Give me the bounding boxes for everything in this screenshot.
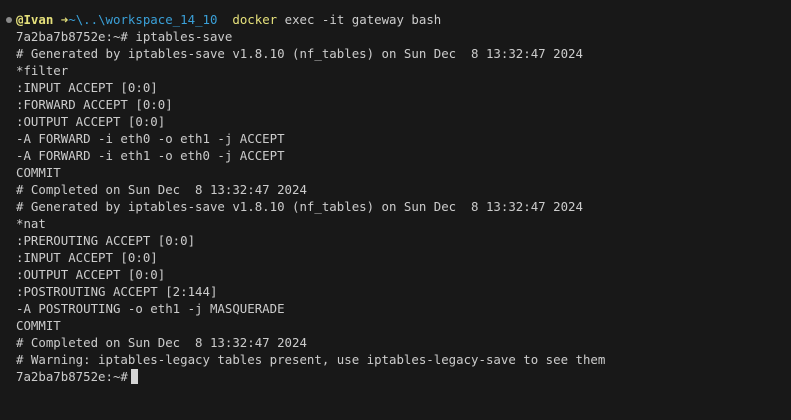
prompt-arrow-icon: ➜: [60, 12, 69, 27]
output-line: :PREROUTING ACCEPT [0:0]: [16, 233, 196, 248]
input-prompt: 7a2ba7b8752e:~#: [16, 369, 128, 384]
output-line: # Generated by iptables-save v1.8.10 (nf…: [16, 46, 583, 61]
prompt-command-args: exec -it gateway bash: [284, 12, 442, 27]
output-line: -A POSTROUTING -o eth1 -j MASQUERADE: [16, 301, 285, 316]
output-line: COMMIT: [16, 165, 61, 180]
output-line: *filter: [16, 63, 69, 78]
input-prompt-line[interactable]: 7a2ba7b8752e:~#: [6, 368, 791, 385]
output-line: COMMIT: [16, 318, 61, 333]
output-line: # Generated by iptables-save v1.8.10 (nf…: [16, 199, 583, 214]
output-line: :FORWARD ACCEPT [0:0]: [16, 97, 173, 112]
output-line: -A FORWARD -i eth1 -o eth0 -j ACCEPT: [16, 148, 285, 163]
output-line: :INPUT ACCEPT [0:0]: [16, 250, 158, 265]
output-line: -A FORWARD -i eth0 -o eth1 -j ACCEPT: [16, 131, 285, 146]
output-line: :INPUT ACCEPT [0:0]: [16, 80, 158, 95]
prompt-line: @Ivan ➜ ~\..\workspace_14_10 docker exec…: [6, 11, 791, 28]
output-line: :OUTPUT ACCEPT [0:0]: [16, 114, 166, 129]
output-line: :POSTROUTING ACCEPT [2:144]: [16, 284, 218, 299]
command-status-marker[interactable]: [6, 16, 16, 23]
output-line: # Completed on Sun Dec 8 13:32:47 2024: [16, 182, 307, 197]
circle-dot-icon: [6, 16, 12, 23]
prompt-path: ~\..\workspace_14_10: [68, 12, 218, 27]
prompt-command: docker: [232, 12, 278, 27]
output-line: # Warning: iptables-legacy tables presen…: [16, 352, 606, 367]
terminal-panel[interactable]: @Ivan ➜ ~\..\workspace_14_10 docker exec…: [0, 0, 791, 420]
output-line: # Completed on Sun Dec 8 13:32:47 2024: [16, 335, 307, 350]
text-cursor[interactable]: [130, 369, 138, 384]
output-line: :OUTPUT ACCEPT [0:0]: [16, 267, 166, 282]
prompt-user: @Ivan: [16, 12, 54, 27]
output-line: 7a2ba7b8752e:~# iptables-save: [16, 29, 233, 44]
output-line: *nat: [16, 216, 46, 231]
